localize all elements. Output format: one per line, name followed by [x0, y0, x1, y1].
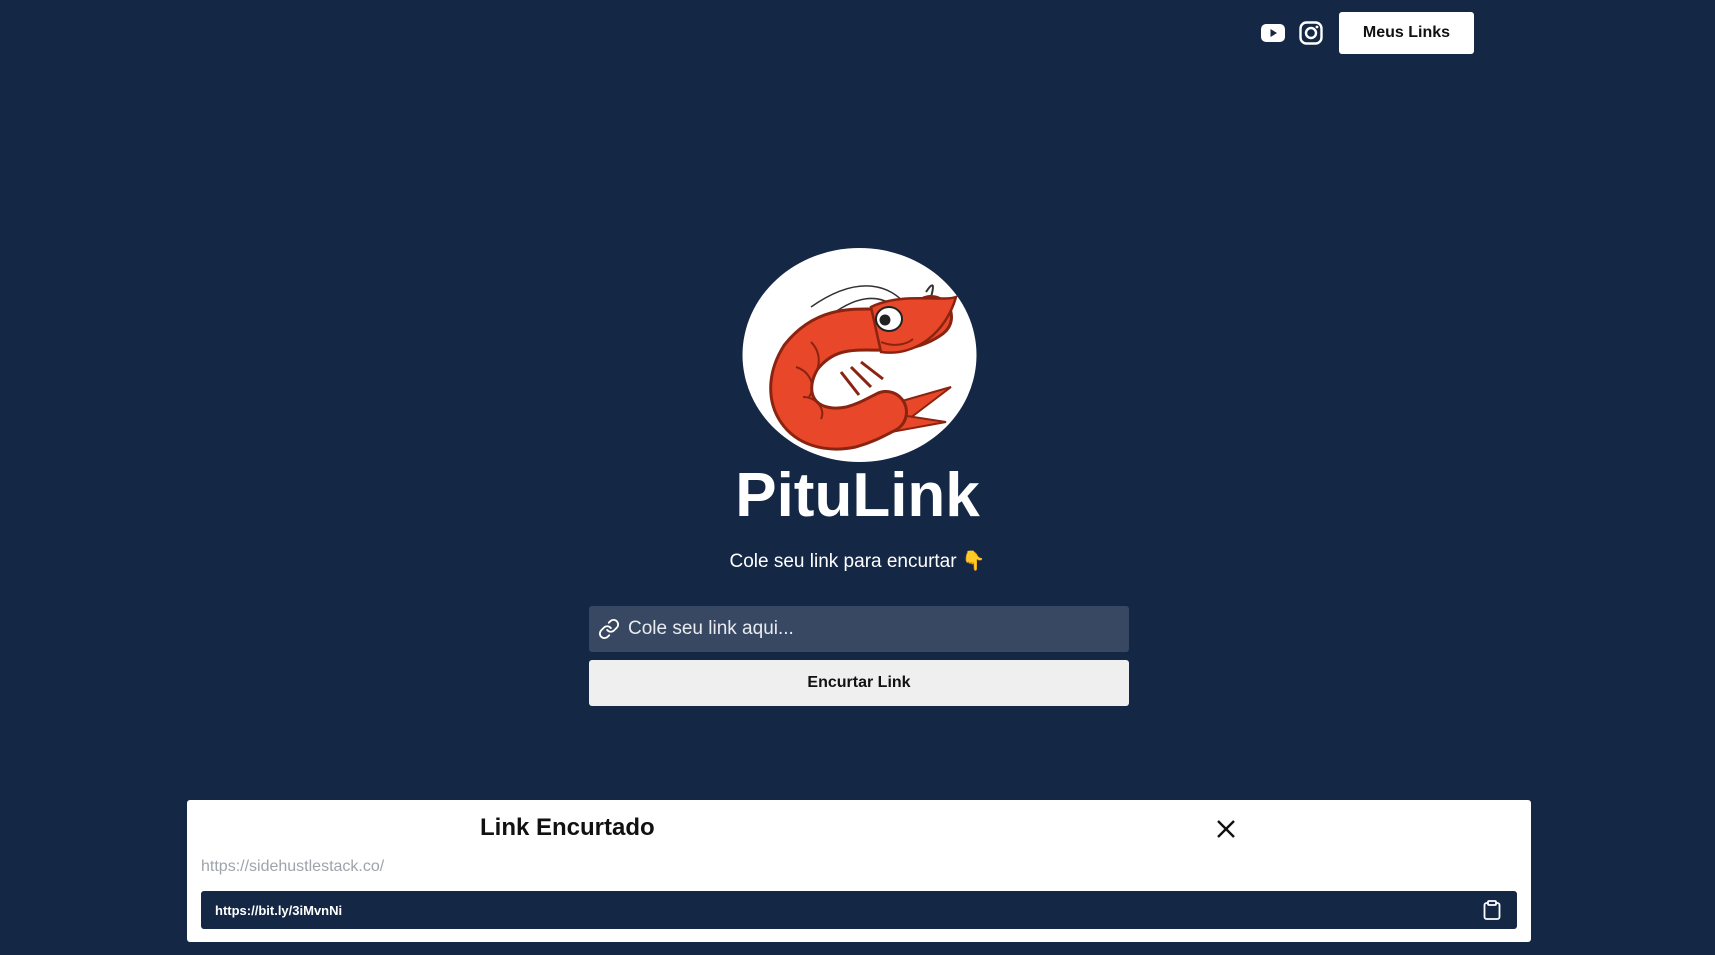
shortened-link-modal: Link Encurtado https://sidehustlestack.c… [187, 800, 1531, 942]
close-icon[interactable] [1213, 816, 1239, 842]
my-links-button[interactable]: Meus Links [1339, 12, 1474, 54]
instagram-icon[interactable] [1297, 19, 1325, 47]
modal-title: Link Encurtado [480, 814, 655, 841]
link-input[interactable] [626, 605, 1129, 653]
short-url[interactable]: https://bit.ly/3iMvnNi [215, 903, 342, 918]
shorten-link-button[interactable]: Encurtar Link [589, 660, 1129, 706]
header-actions: Meus Links [1259, 12, 1474, 54]
app-title: PituLink [735, 461, 980, 530]
link-input-container [589, 605, 1129, 653]
link-icon [598, 618, 620, 640]
clipboard-icon[interactable] [1481, 899, 1503, 921]
shrimp-logo [741, 247, 978, 463]
original-url: https://sidehustlestack.co/ [201, 858, 385, 875]
youtube-icon[interactable] [1259, 19, 1287, 47]
subtitle: Cole seu link para encurtar 👇 [729, 551, 986, 572]
short-url-box: https://bit.ly/3iMvnNi [201, 891, 1517, 929]
